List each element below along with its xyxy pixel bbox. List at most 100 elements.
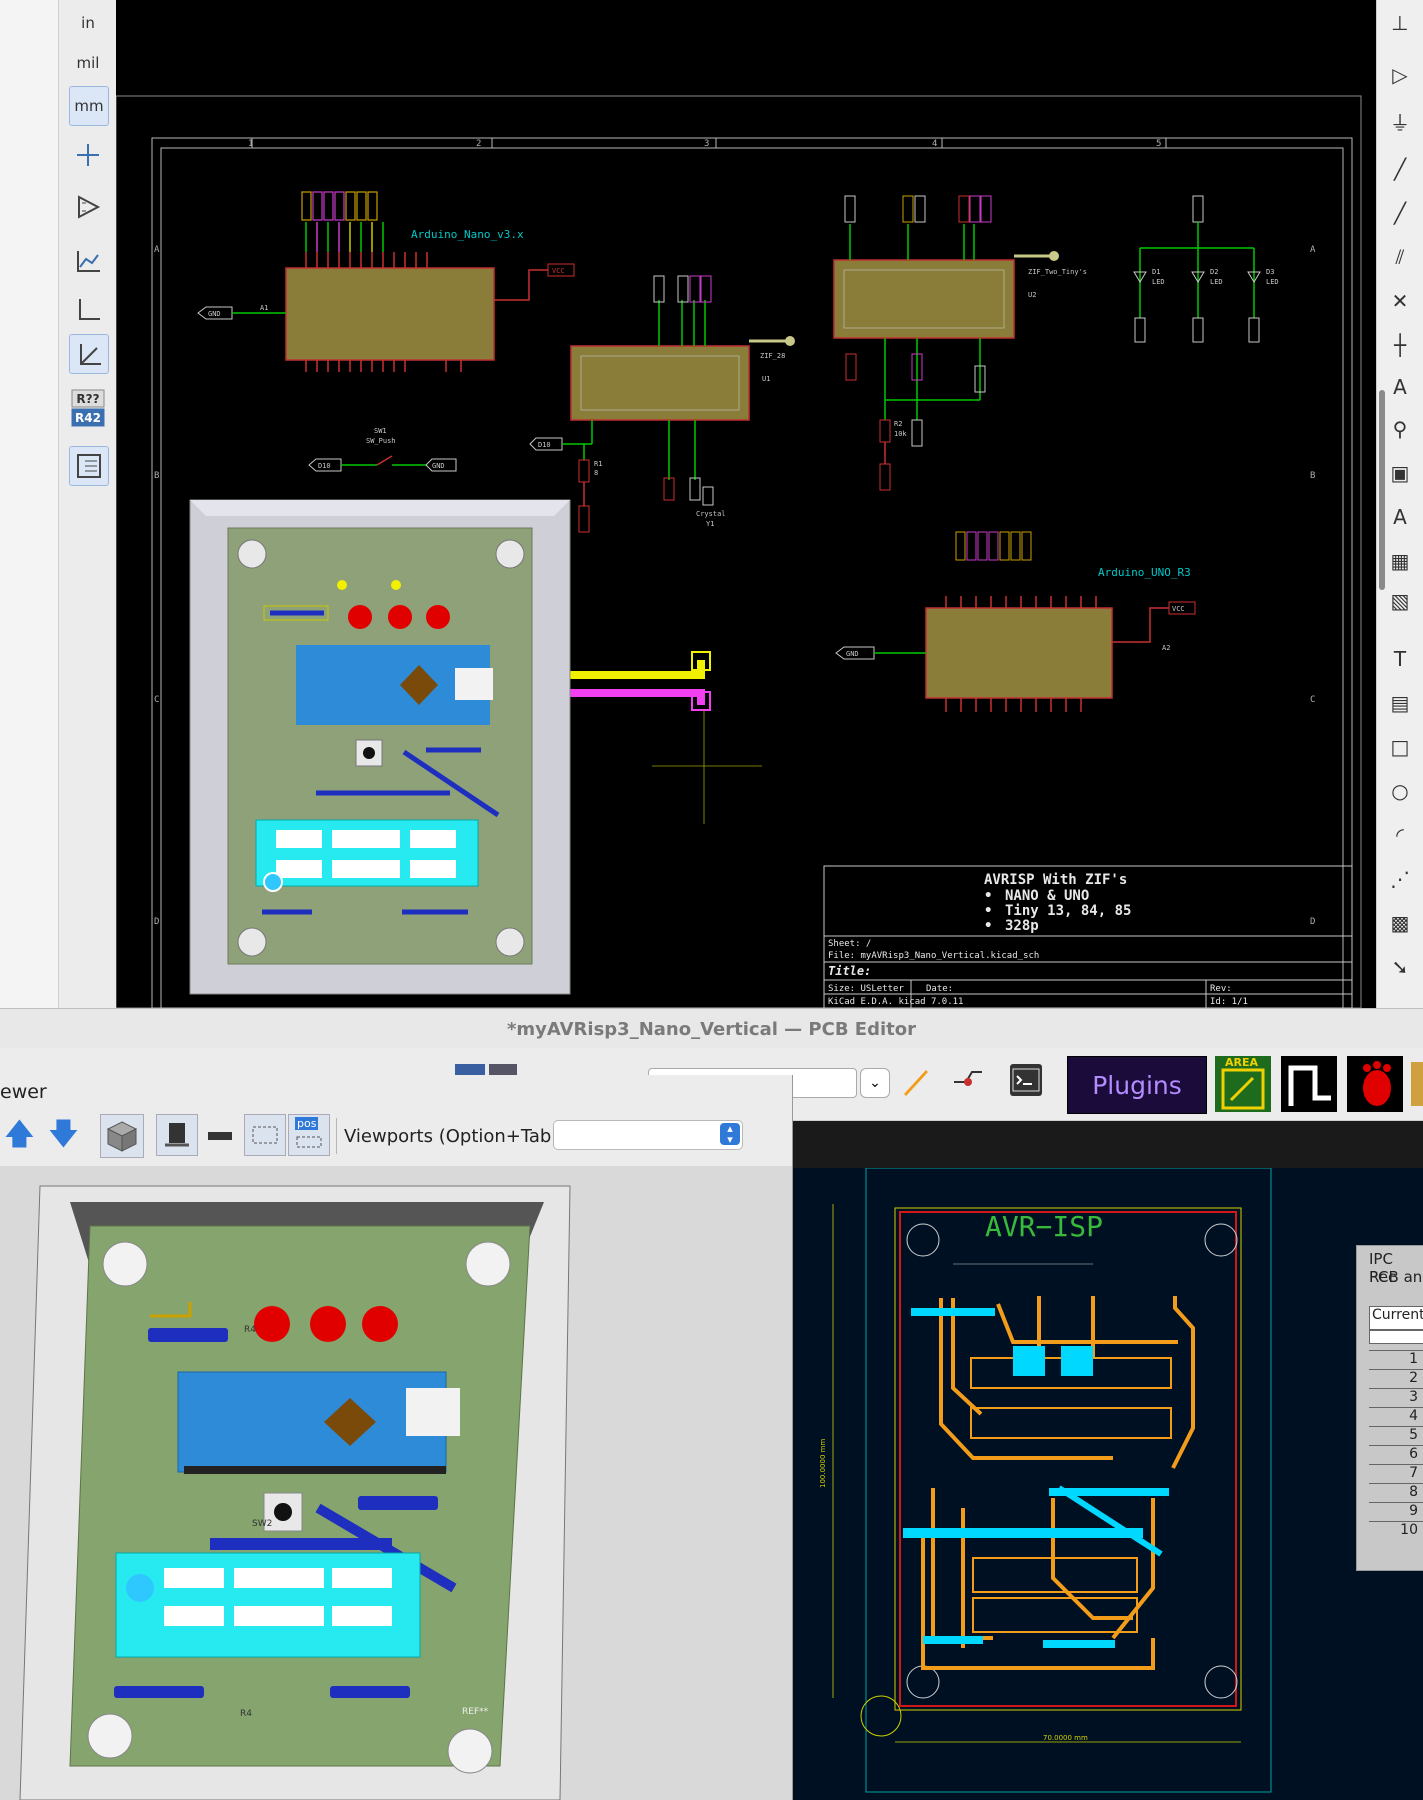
hierarchy-button[interactable] — [69, 446, 109, 486]
pcb-canvas[interactable]: AVR−ISP 100.0000 mm 70.0000 mm IPC Rec P… — [793, 1168, 1423, 1800]
simulator-button[interactable] — [69, 188, 107, 226]
sw1-symbol[interactable]: SW1 SW_Push D10 GND — [308, 427, 457, 472]
arduino-nano-label: Arduino_Nano_v3.x — [411, 228, 524, 241]
sheet-icon[interactable]: ▦ — [1385, 546, 1415, 576]
angle45-button[interactable] — [69, 334, 109, 374]
show-top-button[interactable] — [156, 1114, 198, 1156]
highlight-net-button[interactable] — [900, 1066, 930, 1098]
move-down-icon[interactable]: 🡇 — [48, 1120, 79, 1150]
arc-icon[interactable]: ◜ — [1385, 820, 1415, 850]
sheet-pin-icon[interactable]: ▧ — [1385, 586, 1415, 616]
units-mm-label: mm — [74, 97, 104, 115]
show-pos-button[interactable]: pos — [288, 1114, 330, 1156]
zif-tiny-symbol[interactable]: ZIF_Two_Tiny's U2 R2 10k — [833, 195, 1087, 491]
ipc-row: 2 — [1369, 1369, 1423, 1388]
title-size: Size: USLetter — [828, 984, 904, 994]
ipc-row: 6 — [1369, 1445, 1423, 1464]
frame-row-c-right: C — [1310, 695, 1315, 705]
hier-label-icon[interactable]: A — [1385, 502, 1415, 532]
bus-entry-icon[interactable]: ⫽ — [1385, 242, 1415, 272]
add-power-icon[interactable]: ⏚ — [1385, 108, 1415, 138]
textbox-icon[interactable]: ▤ — [1385, 688, 1415, 718]
frame-row-a-right: A — [1310, 245, 1316, 255]
dim-width: 70.0000 mm — [1043, 1734, 1088, 1742]
schematic-board-image[interactable] — [189, 499, 571, 995]
scripting-console-button[interactable] — [1010, 1064, 1042, 1096]
ipc-row: 8 — [1369, 1483, 1423, 1502]
annotate-icon: R?? R42 — [71, 389, 105, 427]
route-tool-button[interactable] — [950, 1062, 986, 1098]
d2-ref: D2 — [1210, 268, 1218, 276]
view-3d-button[interactable] — [100, 1114, 144, 1158]
arduino-nano-symbol[interactable]: Arduino_Nano_v3.x GND A1 VCC — [197, 191, 575, 372]
route-icon — [954, 1071, 982, 1086]
cursor-crosshair-button[interactable] — [69, 136, 107, 174]
sw1-gnd-label: GND — [432, 462, 445, 470]
frame-row-b: B — [154, 471, 159, 481]
ipc-row: 4 — [1369, 1407, 1423, 1426]
viewports-select[interactable]: ▴ ▾ — [553, 1120, 743, 1150]
rectangle-icon[interactable]: □ — [1385, 732, 1415, 762]
select-tool-icon[interactable]: ⊥ — [1385, 8, 1415, 38]
junction-icon[interactable]: ┼ — [1385, 330, 1415, 360]
add-wire-icon[interactable]: ╱ — [1385, 154, 1415, 184]
zif28-symbol[interactable]: ZIF_28 U1 D10 R1 8 Crystal Y1 — [529, 275, 795, 533]
text-icon[interactable]: T — [1385, 644, 1415, 674]
area-plugin-button[interactable]: AREA — [1215, 1056, 1271, 1112]
add-bus-icon[interactable]: ╱ — [1385, 198, 1415, 228]
extra-plugin-button[interactable] — [1411, 1062, 1423, 1106]
trace-plugin-button[interactable] — [1281, 1056, 1337, 1112]
ipc-col-header: Current/ — [1369, 1306, 1423, 1330]
global-label-icon[interactable]: ▣ — [1385, 458, 1415, 488]
footprint-plugin-button[interactable] — [1347, 1056, 1403, 1112]
trace-step-icon — [1288, 1065, 1331, 1106]
viewer-r4-label: R4 — [244, 1325, 256, 1335]
3d-viewer-toolbar: 🡅 🡇 pos Viewports (Option+Tab): ▴ ▾ — [0, 1110, 792, 1167]
sw1-value: SW_Push — [366, 437, 396, 445]
label-icon[interactable]: A — [1385, 372, 1415, 402]
no-connect-icon[interactable]: ✕ — [1385, 286, 1415, 316]
pencil-icon — [904, 1070, 928, 1096]
arduino-uno-symbol[interactable]: Arduino_UNO_R3 VCC A2 GND — [835, 531, 1196, 712]
pos-label: pos — [295, 1117, 319, 1130]
delete-icon[interactable]: ➘ — [1385, 952, 1415, 982]
crosshair-icon — [77, 144, 99, 166]
polyline-icon[interactable]: ⋰ — [1385, 864, 1415, 894]
led-array[interactable]: D1 LED D2 LED D3 LED — [1133, 195, 1279, 343]
add-symbol-icon[interactable]: ▷ — [1385, 60, 1415, 90]
3d-viewer-canvas[interactable]: R4 SW2 R4 REF** — [0, 1166, 792, 1800]
viewer-ref-label: REF** — [462, 1707, 489, 1717]
ipc-row: 1 — [1369, 1350, 1423, 1369]
plugins-button[interactable]: Plugins — [1067, 1056, 1207, 1114]
circle-icon[interactable]: ○ — [1385, 776, 1415, 806]
units-mils-button[interactable]: mil — [69, 44, 107, 82]
chevron-down-icon[interactable]: ⌄ — [860, 1068, 890, 1098]
net-class-icon[interactable]: ⚲ — [1385, 414, 1415, 444]
angle-button[interactable] — [69, 290, 107, 328]
sw1-ref: SW1 — [374, 427, 387, 435]
zif28-label: ZIF_28 — [760, 352, 785, 360]
schematic-canvas[interactable]: .lbl{font-family:"DejaVu Sans Mono",mono… — [116, 0, 1376, 1008]
ipc-calculator-panel[interactable]: IPC Rec PCB an Current/ 12345678910 — [1356, 1245, 1423, 1571]
plot-button[interactable] — [69, 242, 107, 280]
frame-col-1: 1 — [248, 139, 253, 149]
move-up-icon[interactable]: 🡅 — [4, 1120, 35, 1150]
right-toolbar-scrollbar[interactable] — [1379, 390, 1385, 590]
sw1-d10-label: D10 — [318, 462, 331, 470]
ipc-row: 7 — [1369, 1464, 1423, 1483]
uno-gnd-label: GND — [846, 650, 859, 658]
show-virtual-button[interactable] — [244, 1114, 286, 1156]
annotate-top-text: R?? — [76, 392, 99, 406]
chip-top-icon — [165, 1123, 189, 1147]
show-smd-button[interactable] — [200, 1114, 240, 1154]
frame-row-b-right: B — [1310, 471, 1315, 481]
title-block: AVRISP With ZIF's • NANO & UNO • Tiny 13… — [823, 865, 1353, 1008]
annotate-button[interactable]: R?? R42 — [69, 388, 107, 428]
zif-tiny-ref: U2 — [1028, 291, 1036, 299]
image-icon[interactable]: ▩ — [1385, 908, 1415, 938]
title-bullet-2: Tiny 13, 84, 85 — [1005, 903, 1131, 919]
units-inches-button[interactable]: in — [69, 4, 107, 42]
units-mm-button[interactable]: mm — [69, 86, 109, 126]
nano-gnd-label: GND — [208, 310, 221, 318]
viewer-sw2-label: SW2 — [252, 1519, 272, 1529]
